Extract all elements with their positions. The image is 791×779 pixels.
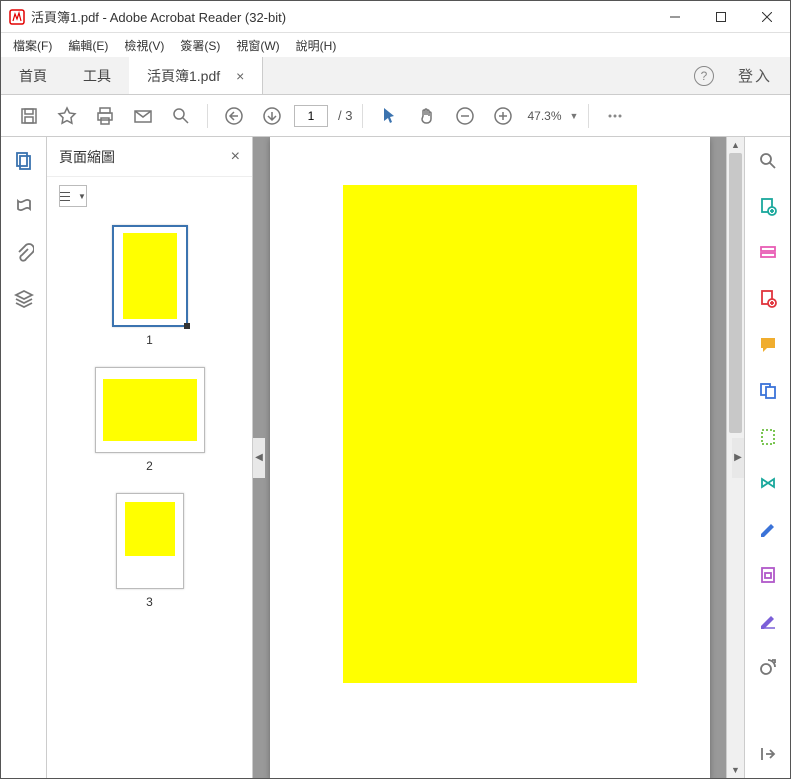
- tab-home[interactable]: 首頁: [1, 57, 65, 94]
- star-icon[interactable]: [51, 100, 83, 132]
- menu-sign[interactable]: 簽署(S): [172, 35, 228, 56]
- window-title: 活頁簿1.pdf - Adobe Acrobat Reader (32-bit): [31, 7, 652, 26]
- scroll-up-icon[interactable]: ▲: [727, 137, 744, 153]
- menu-file[interactable]: 檔案(F): [5, 35, 60, 56]
- create-pdf-icon[interactable]: [756, 287, 780, 311]
- signin-button[interactable]: 登入: [738, 65, 772, 86]
- thumbnail-resize-handle[interactable]: [184, 323, 190, 329]
- thumbnail-panel-close-icon[interactable]: ×: [231, 148, 240, 166]
- search-tool-icon[interactable]: [756, 149, 780, 173]
- thumbnail-page-number: 3: [146, 595, 153, 609]
- toolbar: / 3 47.3% ▼: [1, 95, 790, 137]
- thumbnails-icon[interactable]: [12, 149, 36, 173]
- compress-icon[interactable]: [756, 471, 780, 495]
- ribbon-icon[interactable]: [12, 195, 36, 219]
- thumbnail-list: 1 2 3: [47, 215, 252, 778]
- collapse-left-icon[interactable]: ◀: [253, 438, 265, 478]
- menu-view[interactable]: 檢視(V): [116, 35, 172, 56]
- thumbnail-panel-title: 頁面縮圖: [59, 147, 231, 167]
- next-page-icon[interactable]: [256, 100, 288, 132]
- save-icon[interactable]: [13, 100, 45, 132]
- comment-icon[interactable]: [756, 333, 780, 357]
- tab-document-label: 活頁簿1.pdf: [147, 66, 220, 86]
- app-icon: [9, 9, 25, 25]
- tabbar: 首頁 工具 活頁簿1.pdf × ? 登入: [1, 57, 790, 95]
- help-icon[interactable]: ?: [694, 66, 714, 86]
- page-number-input[interactable]: [294, 105, 328, 127]
- zoom-level-label[interactable]: 47.3%: [527, 109, 561, 123]
- hand-icon[interactable]: [411, 100, 443, 132]
- scroll-down-icon[interactable]: ▼: [727, 762, 744, 778]
- pointer-icon[interactable]: [373, 100, 405, 132]
- layers-icon[interactable]: [12, 287, 36, 311]
- scroll-thumb[interactable]: [729, 153, 742, 433]
- right-rail: [744, 137, 790, 778]
- page-total-label: / 3: [338, 108, 352, 123]
- redact-icon[interactable]: [756, 517, 780, 541]
- menubar: 檔案(F) 編輯(E) 檢視(V) 簽署(S) 視窗(W) 說明(H): [1, 33, 790, 57]
- more-tools-icon[interactable]: [599, 100, 631, 132]
- prev-page-icon[interactable]: [218, 100, 250, 132]
- sign-icon[interactable]: [756, 609, 780, 633]
- left-rail: [1, 137, 47, 778]
- document-page: [270, 137, 710, 778]
- zoom-dropdown-icon[interactable]: ▼: [570, 111, 579, 121]
- main-area: 頁面縮圖 × ▼ 1 2: [1, 137, 790, 778]
- menu-edit[interactable]: 編輯(E): [60, 35, 116, 56]
- document-scroll-area[interactable]: [253, 137, 726, 778]
- combine-icon[interactable]: [756, 379, 780, 403]
- document-wrap: ◀ ▲ ▼ ▶: [253, 137, 744, 778]
- thumbnail-item[interactable]: 3: [47, 493, 252, 609]
- export-pdf-icon[interactable]: [756, 195, 780, 219]
- titlebar: 活頁簿1.pdf - Adobe Acrobat Reader (32-bit): [1, 1, 790, 33]
- search-icon[interactable]: [165, 100, 197, 132]
- menu-help[interactable]: 說明(H): [288, 35, 345, 56]
- tab-tools[interactable]: 工具: [65, 57, 129, 94]
- thumbnail-item[interactable]: 1: [47, 225, 252, 347]
- menu-window[interactable]: 視窗(W): [228, 35, 287, 56]
- thumbnail-page-number: 1: [146, 333, 153, 347]
- thumbnail-options-button[interactable]: ▼: [59, 185, 87, 207]
- expand-right-icon[interactable]: [756, 742, 780, 766]
- more-right-icon[interactable]: [756, 655, 780, 679]
- tab-document[interactable]: 活頁簿1.pdf ×: [129, 57, 263, 94]
- page-content: [343, 185, 637, 683]
- attachment-icon[interactable]: [12, 241, 36, 265]
- window-controls: [652, 1, 790, 32]
- close-button[interactable]: [744, 1, 790, 32]
- print-icon[interactable]: [89, 100, 121, 132]
- organize-icon[interactable]: [756, 425, 780, 449]
- thumbnail-panel: 頁面縮圖 × ▼ 1 2: [47, 137, 253, 778]
- protect-icon[interactable]: [756, 563, 780, 587]
- tab-close-icon[interactable]: ×: [236, 68, 244, 84]
- zoom-in-icon[interactable]: [487, 100, 519, 132]
- maximize-button[interactable]: [698, 1, 744, 32]
- zoom-out-icon[interactable]: [449, 100, 481, 132]
- minimize-button[interactable]: [652, 1, 698, 32]
- thumbnail-item[interactable]: 2: [47, 367, 252, 473]
- thumbnail-page-number: 2: [146, 459, 153, 473]
- edit-pdf-icon[interactable]: [756, 241, 780, 265]
- email-icon[interactable]: [127, 100, 159, 132]
- collapse-right-icon[interactable]: ▶: [732, 438, 744, 478]
